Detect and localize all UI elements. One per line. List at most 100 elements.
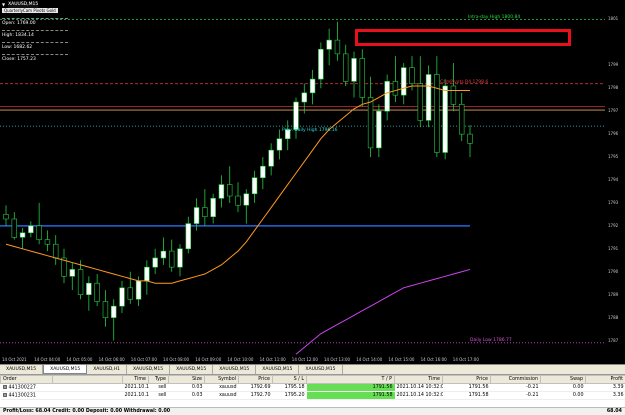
info-divider — [2, 30, 68, 31]
price-tick: 1798 — [608, 85, 619, 91]
table-cell: 1792.69 — [238, 383, 273, 392]
chart-tab[interactable]: XAUUSD,M15 — [43, 365, 88, 374]
column-header[interactable]: Price — [442, 375, 491, 384]
column-header[interactable]: Time — [122, 375, 149, 384]
table-cell: sell — [148, 391, 169, 400]
time-tick: 14 Oct 07:00 — [130, 357, 157, 362]
price-tick: 1799 — [608, 62, 619, 68]
time-tick: 14 Oct 06:00 — [98, 357, 125, 362]
bull-candle — [260, 165, 266, 179]
bull-candle — [28, 225, 34, 234]
price-tick: 1790 — [608, 268, 619, 274]
bull-candle — [69, 269, 75, 277]
column-header[interactable]: Type — [148, 375, 169, 384]
price-tick: 1797 — [608, 108, 619, 114]
time-tick: 14 Oct 15:00 — [388, 357, 415, 362]
column-header[interactable]: Order — [0, 375, 53, 384]
account-summary: Profit/Loss: 68.04 Credit: 0.00 Deposit:… — [0, 407, 625, 415]
magenta-moving-average — [295, 268, 471, 355]
bear-candle — [343, 53, 349, 82]
price-tick: 1796 — [608, 131, 619, 137]
table-cell: 1795.20 — [272, 391, 307, 400]
bear-candle — [102, 301, 109, 318]
bear-candle — [202, 207, 208, 217]
column-header[interactable]: Time — [394, 375, 443, 384]
column-header[interactable] — [52, 375, 123, 384]
chart-tab[interactable]: XAUUSD,M15 — [0, 365, 44, 374]
bull-candle — [19, 232, 26, 238]
bear-candle — [417, 83, 423, 121]
column-header[interactable]: Commission — [490, 375, 541, 384]
info-divider — [2, 54, 68, 55]
level-label: Prev. Daily High 1796.16 — [282, 128, 338, 134]
price-tick: 1795 — [608, 154, 619, 160]
chart-tab[interactable]: XAUUSD,H1 — [87, 365, 127, 374]
bull-candle — [442, 85, 448, 153]
price-tick: 1792 — [608, 222, 619, 228]
table-cell: 1791.58 — [306, 391, 395, 400]
column-header[interactable]: S / L — [272, 375, 307, 384]
column-header[interactable]: Profit — [585, 375, 625, 384]
table-cell: 2021.10.14 10:14:43 — [122, 383, 149, 392]
bear-candle — [11, 218, 17, 238]
table-cell: 1795.18 — [272, 383, 307, 392]
info-divider — [2, 42, 68, 43]
table-cell: sell — [148, 383, 169, 392]
time-tick: 14 Oct 04:00 — [34, 357, 61, 362]
bull-candle — [318, 48, 324, 80]
table-cell: 441300231 — [0, 391, 53, 400]
table-cell: 3.36 — [585, 391, 625, 400]
bull-candle — [401, 67, 407, 96]
table-cell: 3.39 — [585, 383, 625, 392]
time-tick: 14 Oct 10:00 — [227, 357, 254, 362]
bull-candle — [268, 149, 274, 167]
table-cell: 2021.10.14 10:14:43 — [122, 391, 149, 400]
price-chart[interactable]: ▼ XAUUSD,M15 QuarterlyCam Pivots Gold Op… — [0, 0, 625, 364]
column-header[interactable]: T / P — [306, 375, 395, 384]
table-cell — [52, 391, 123, 400]
price-tick: 1801 — [608, 16, 619, 22]
bear-candle — [235, 195, 241, 206]
bear-candle — [44, 239, 51, 245]
bull-candle — [309, 78, 316, 94]
level-label: Intra-day High 1800.84 — [468, 15, 521, 21]
column-header[interactable]: Symbol — [204, 375, 239, 384]
table-row[interactable]: 441300227 2021.10.14 10:14:43sell0.03xauu… — [0, 383, 625, 392]
table-cell: 441300227 — [0, 383, 53, 392]
bull-candle — [376, 110, 382, 149]
bear-candle — [94, 282, 100, 302]
bull-candle — [293, 101, 299, 130]
price-tick: 1794 — [608, 177, 619, 182]
time-tick: 14 Oct 13:00 — [324, 357, 351, 362]
column-header[interactable]: Size — [168, 375, 205, 384]
column-header[interactable]: Price — [238, 375, 273, 384]
bear-candle — [77, 269, 84, 295]
summary-total: 68.04 — [606, 409, 622, 414]
bull-candle — [144, 266, 150, 282]
table-cell: 1791.58 — [442, 391, 491, 400]
highlight-rectangle[interactable] — [355, 29, 571, 46]
chart-tab[interactable]: XAUUSD,M15 — [170, 365, 214, 374]
chart-tab[interactable]: XAUUSD,M15 — [127, 365, 171, 374]
bull-candle — [276, 138, 283, 151]
bear-candle — [450, 85, 457, 105]
chart-tab[interactable]: XAUUSD,M15 — [299, 365, 343, 374]
info-open: Open: 1769.00 — [2, 21, 36, 26]
bear-candle — [392, 81, 399, 96]
chart-tab[interactable]: XAUUSD,M15 — [256, 365, 300, 374]
bull-candle — [160, 250, 167, 259]
table-row[interactable]: 441300231 2021.10.14 10:14:43sell0.03xauu… — [0, 391, 625, 400]
bull-candle — [135, 280, 142, 300]
column-header[interactable]: Swap — [540, 375, 586, 384]
chart-tab[interactable]: XAUUSD,M15 — [213, 365, 257, 374]
table-cell: 0.03 — [168, 383, 205, 392]
chart-info-box: ▼ XAUUSD,M15 QuarterlyCam Pivots Gold Op… — [2, 2, 68, 63]
info-low: Low: 1682.62 — [2, 45, 33, 50]
chart-tabs: XAUUSD,M15 XAUUSD,M15 XAUUSD,H1 XAUUSD,M15 X… — [0, 364, 625, 374]
price-tick: 1787 — [608, 337, 619, 343]
table-cell: 2021.10.14 10:32:01 — [394, 383, 443, 392]
info-high: High: 1834.14 — [2, 33, 34, 38]
bear-candle — [36, 225, 42, 240]
table-cell: xauusd — [204, 391, 239, 400]
bear-candle — [467, 133, 473, 144]
